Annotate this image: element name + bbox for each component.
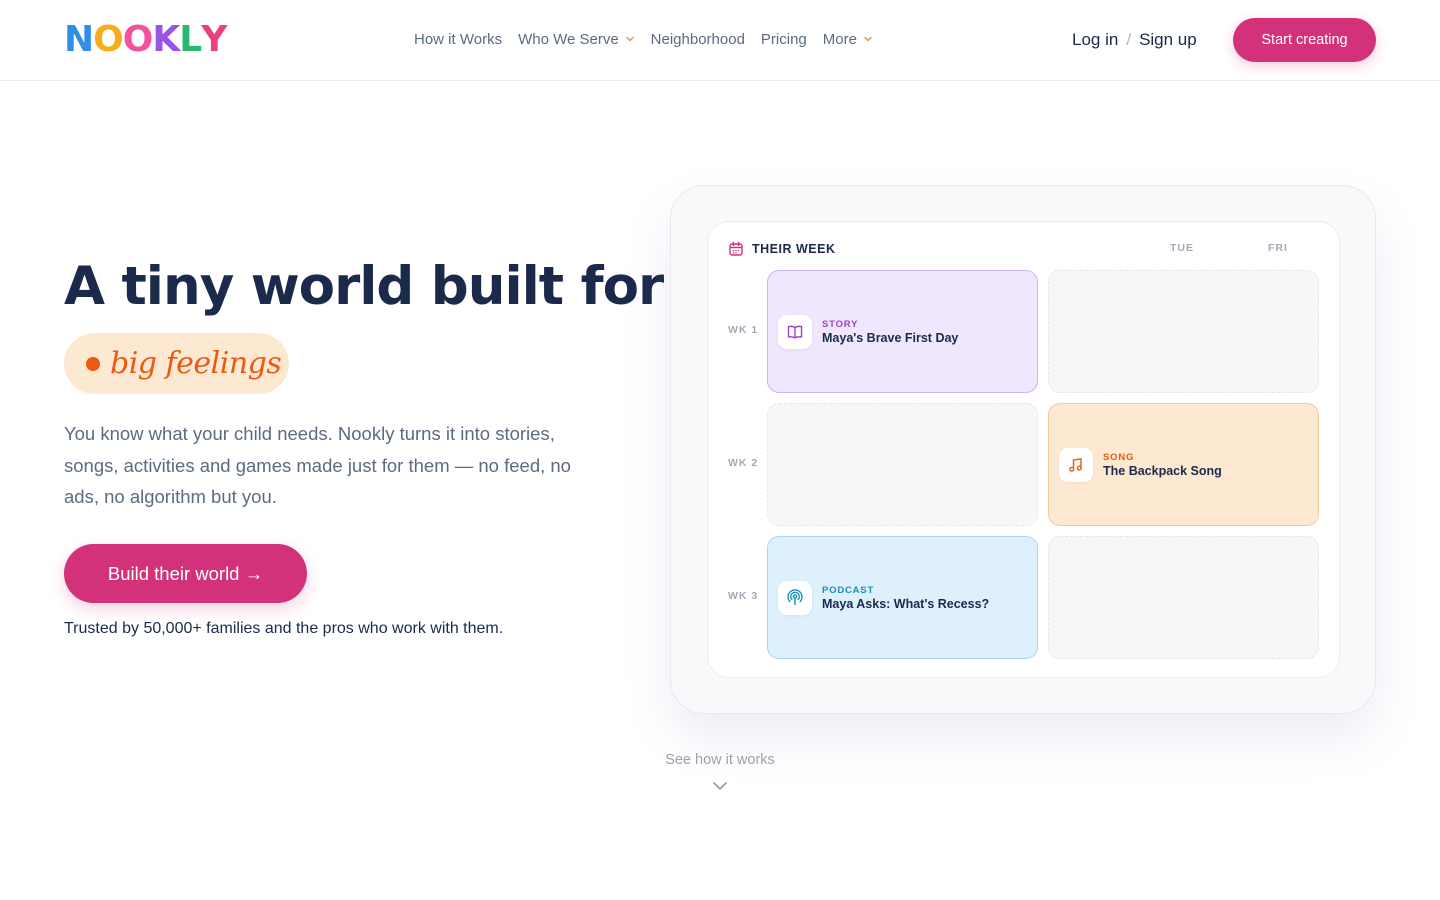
empty-slot[interactable] (1048, 536, 1319, 659)
logo-letter: Y (201, 19, 227, 60)
empty-slot[interactable] (767, 403, 1038, 526)
song-card[interactable]: SONG The Backpack Song (1048, 403, 1319, 526)
story-card[interactable]: STORY Maya's Brave First Day (767, 270, 1038, 393)
card-title: Maya's Brave First Day (822, 331, 959, 345)
auth-separator: / (1126, 30, 1132, 49)
card-title: The Backpack Song (1103, 464, 1222, 478)
book-icon (778, 315, 812, 349)
week-title: THEIR WEEK (752, 242, 836, 256)
auth-links: Log in / Sign up (1072, 28, 1197, 52)
logo-letter: N (64, 19, 94, 60)
music-note-icon (1059, 448, 1093, 482)
signup-link[interactable]: Sign up (1139, 30, 1197, 50)
start-creating-button[interactable]: Start creating (1233, 18, 1376, 62)
nav-neighborhood[interactable]: Neighborhood (651, 31, 745, 48)
week-label: WK 2 (728, 457, 759, 469)
chevron-down-icon (625, 36, 634, 42)
highlight-pill: big feelings (64, 333, 289, 394)
empty-slot[interactable] (1048, 270, 1319, 393)
week-label: WK 3 (728, 590, 759, 602)
nav-label: Neighborhood (650, 30, 745, 48)
logo-letter: O (122, 19, 154, 60)
build-their-world-button[interactable]: Build their world → (64, 544, 307, 603)
logo-letter: K (152, 19, 180, 60)
login-link[interactable]: Log in (1072, 30, 1118, 50)
dot-icon (86, 356, 100, 371)
podcast-card[interactable]: PODCAST Maya Asks: What's Recess? (767, 536, 1038, 659)
day-label-fri: FRI (1268, 242, 1288, 254)
week-label: WK 1 (728, 324, 759, 336)
logo-letter: O (93, 19, 124, 60)
chevron-down-icon (864, 36, 872, 42)
nav-how-it-works[interactable]: How it Works (414, 31, 502, 48)
nookly-logo[interactable]: N O O K L Y (64, 19, 227, 60)
card-title: Maya Asks: What's Recess? (822, 597, 990, 611)
trust-text: Trusted by 50,000+ families and the pros… (64, 620, 504, 637)
card-type: STORY (822, 319, 859, 330)
nav-more[interactable]: More (823, 31, 873, 48)
podcast-icon (778, 581, 812, 615)
calendar-icon (729, 241, 743, 256)
nav-label: More (822, 30, 857, 48)
hero-description: You know what your child needs. Nookly t… (64, 423, 571, 507)
logo-letter: L (179, 19, 202, 60)
highlight-text: big feelings (110, 346, 282, 381)
nav-who-we-serve[interactable]: Who We Serve (518, 31, 635, 48)
chevron-down-icon[interactable] (712, 780, 728, 792)
day-label-tue: TUE (1170, 242, 1194, 254)
main-nav: How it Works Who We Serve Neighborhood P… (414, 29, 889, 49)
card-type: PODCAST (822, 585, 875, 596)
nav-label: How it Works (414, 30, 503, 48)
site-header: N O O K L Y How it Works Who We Serve Ne… (0, 0, 1440, 81)
week-header: THEIR WEEK (728, 240, 835, 258)
card-type: SONG (1103, 452, 1135, 463)
nav-label: Who We Serve (518, 30, 619, 48)
nav-label: Pricing (760, 30, 807, 48)
nav-pricing[interactable]: Pricing (761, 31, 807, 48)
see-how-it-works-link[interactable]: See how it works (640, 752, 800, 768)
hero-title: A tiny world built for (64, 256, 664, 317)
